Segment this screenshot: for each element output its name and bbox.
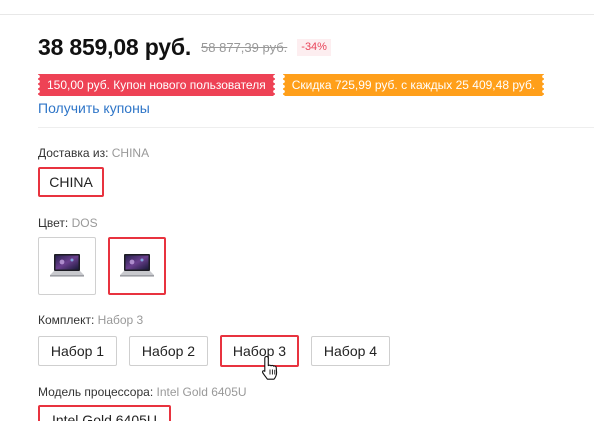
section-divider bbox=[38, 127, 594, 128]
hand-pointer-icon bbox=[261, 355, 278, 380]
color-swatch-1[interactable] bbox=[38, 237, 96, 295]
shipping-option-china[interactable]: CHINA bbox=[38, 167, 104, 197]
bundle-value: Набор 3 bbox=[97, 313, 144, 327]
bundle-option-2[interactable]: Набор 2 bbox=[129, 336, 208, 366]
shipping-value: CHINA bbox=[111, 146, 150, 160]
coupon-row: 150,00 руб. Купон нового пользователя Ск… bbox=[38, 74, 545, 96]
laptop-thumbnail-icon bbox=[120, 254, 154, 277]
current-price: 38 859,08 руб. bbox=[38, 33, 192, 60]
color-swatch-2[interactable] bbox=[108, 237, 166, 295]
top-divider bbox=[0, 14, 594, 15]
laptop-thumbnail-icon bbox=[50, 254, 84, 277]
cpu-label: Модель процессора: bbox=[38, 385, 154, 399]
cpu-label-row: Модель процессора: Intel Gold 6405U bbox=[38, 385, 247, 399]
store-discount-coupon[interactable]: Скидка 725,99 руб. с каждых 25 409,48 ру… bbox=[282, 74, 545, 96]
get-coupons-link[interactable]: Получить купоны bbox=[38, 100, 150, 116]
bundle-option-1[interactable]: Набор 1 bbox=[38, 336, 117, 366]
cpu-options-viewport: Intel Gold 6405U bbox=[0, 402, 594, 421]
bundle-label-row: Комплект: Набор 3 bbox=[38, 313, 143, 327]
cpu-value: Intel Gold 6405U bbox=[156, 385, 247, 399]
bundle-label: Комплект: bbox=[38, 313, 95, 327]
old-price: 58 877,39 руб. bbox=[201, 39, 288, 55]
color-label-row: Цвет: DOS bbox=[38, 216, 98, 230]
shipping-label-row: Доставка из: CHINA bbox=[38, 146, 149, 160]
cpu-option-intel-gold-6405u[interactable]: Intel Gold 6405U bbox=[38, 405, 171, 421]
color-label: Цвет: bbox=[38, 216, 69, 230]
bundle-option-4[interactable]: Набор 4 bbox=[311, 336, 390, 366]
new-user-coupon[interactable]: 150,00 руб. Купон нового пользователя bbox=[38, 74, 275, 96]
discount-badge: -34% bbox=[297, 38, 331, 56]
shipping-label: Доставка из: bbox=[38, 146, 109, 160]
color-value: DOS bbox=[71, 216, 98, 230]
price-row: 38 859,08 руб. 58 877,39 руб. -34% bbox=[38, 30, 331, 64]
